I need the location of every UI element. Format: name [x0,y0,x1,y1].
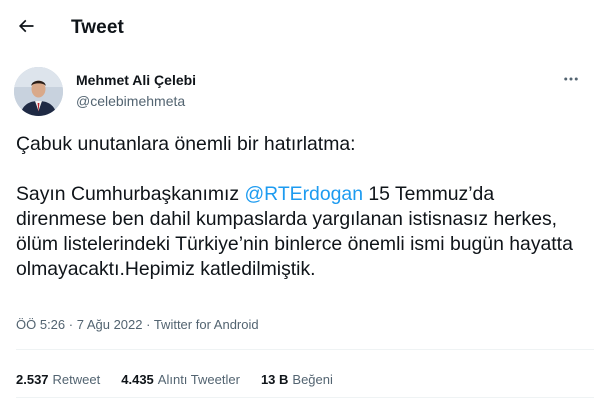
tweet-source[interactable]: Twitter for Android [154,317,259,332]
author-handle[interactable]: @celebimehmeta [76,93,185,109]
page-title: Tweet [71,17,124,38]
more-horizontal-icon [562,70,580,93]
likes-count: 13 B [260,372,289,387]
divider [16,397,594,398]
author-display-name[interactable]: Mehmet Ali Çelebi [76,72,196,88]
quotes-stat[interactable]: 4.435 Alıntı Tweetler [121,372,240,387]
back-button[interactable] [12,14,40,42]
meta-separator: · [65,317,77,332]
tweet-author: Mehmet Ali Çelebi @celebimehmeta [0,62,594,118]
retweets-count: 2.537 [16,372,49,387]
mention-link[interactable]: @RTErdogan [244,183,363,205]
tweet-text: Çabuk unutanlara önemli bir hatırlatma: … [16,132,586,282]
tweet-line-1: Çabuk unutanlara önemli bir hatırlatma: [16,133,356,155]
divider [16,349,594,350]
retweets-stat[interactable]: 2.537 Retweet [16,372,100,387]
more-button[interactable] [560,70,582,92]
tweet-time[interactable]: ÖÖ 5:26 [16,317,65,332]
tweet-header: Tweet [0,0,594,56]
tweet-para2-prefix: Sayın Cumhurbaşkanımız [16,183,245,205]
meta-separator: · [142,317,154,332]
tweet-date[interactable]: 7 Ağu 2022 [77,317,143,332]
likes-stat[interactable]: 13 B Beğeni [261,372,333,387]
avatar[interactable] [14,67,63,116]
tweet-meta: ÖÖ 5:26 · 7 Ağu 2022 · Twitter for Andro… [16,317,259,332]
tweet-paragraph-2: Sayın Cumhurbaşkanımız @RTErdogan 15 Tem… [16,182,586,282]
likes-label: Beğeni [292,372,333,387]
quotes-count: 4.435 [121,372,154,387]
retweets-label: Retweet [52,372,101,387]
quotes-label: Alıntı Tweetler [157,372,240,387]
arrow-left-icon [16,16,36,41]
tweet-stats: 2.537 Retweet 4.435 Alıntı Tweetler 13 B… [16,372,354,387]
